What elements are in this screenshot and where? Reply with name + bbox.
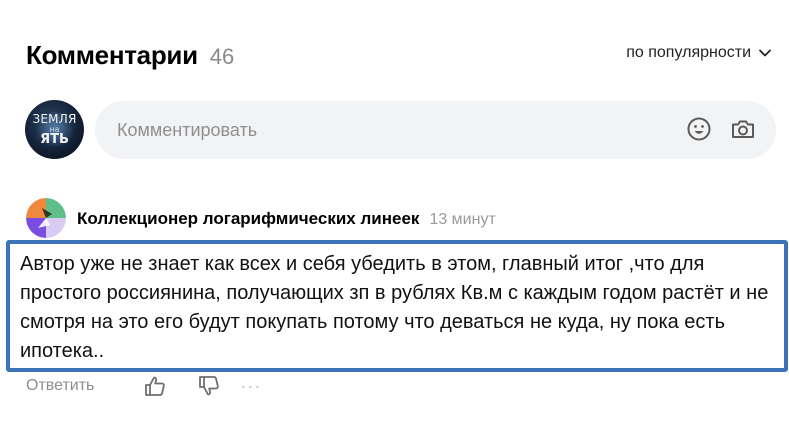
avatar-text-top: ЗЕМЛЯ <box>32 112 77 126</box>
more-options-icon[interactable]: ··· <box>240 376 261 397</box>
avatar-text-bottom: ЯТЬ <box>40 132 69 147</box>
chevron-down-icon <box>759 49 771 57</box>
thumbs-down-icon[interactable] <box>198 375 220 397</box>
comments-title: Комментарии <box>26 40 198 70</box>
comment-time: 13 минут <box>429 211 496 228</box>
sort-dropdown[interactable]: по популярности <box>626 44 771 62</box>
comment-author-avatar[interactable] <box>26 198 66 238</box>
comment-author-name[interactable]: Коллекционер логарифмических линеек <box>77 209 419 229</box>
comment-text: Автор уже не знает как всех и себя убеди… <box>20 253 769 362</box>
current-user-avatar[interactable]: ЗЕМЛЯ на ЯТЬ <box>25 100 84 159</box>
comments-header: Комментарии 46 <box>26 40 234 71</box>
camera-icon[interactable] <box>730 116 756 142</box>
comment-input[interactable] <box>115 118 659 142</box>
thumbs-up-icon[interactable] <box>144 375 166 397</box>
comments-section: Комментарии 46 по популярности ЗЕМЛЯ на … <box>0 0 789 443</box>
emoji-icon[interactable] <box>686 116 712 142</box>
comment-input-container[interactable] <box>95 101 776 159</box>
sort-label: по популярности <box>626 44 751 61</box>
comments-count: 46 <box>209 44 235 69</box>
input-icons <box>686 116 756 142</box>
reply-button[interactable]: Ответить <box>26 377 94 395</box>
comment-actions: Ответить ··· <box>26 375 261 397</box>
comment-header: Коллекционер логарифмических линеек 13 м… <box>77 209 496 229</box>
